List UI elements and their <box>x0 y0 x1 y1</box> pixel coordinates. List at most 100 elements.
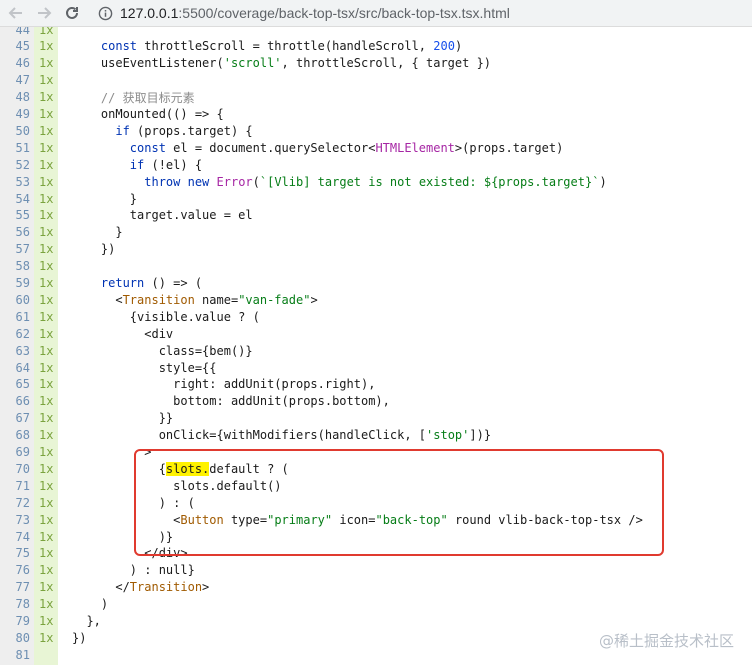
line-number[interactable]: 57 <box>0 242 34 256</box>
hit-count: 1x <box>39 90 54 105</box>
back-button[interactable] <box>4 1 28 25</box>
line-number[interactable]: 54 <box>0 192 34 206</box>
hit-count: 1x <box>39 495 54 510</box>
code-text: onClick={withModifiers(handleClick, ['st… <box>72 428 492 443</box>
line-number[interactable]: 50 <box>0 124 34 138</box>
line-number[interactable]: 51 <box>0 141 34 155</box>
line-number[interactable]: 70 <box>0 462 34 476</box>
line-number[interactable]: 59 <box>0 276 34 290</box>
code-line: 65 1x right: addUnit(props.right), <box>0 376 752 393</box>
line-number[interactable]: 58 <box>0 259 34 273</box>
site-info-button[interactable] <box>96 4 114 22</box>
line-number[interactable]: 67 <box>0 411 34 425</box>
code-text: return () => ( <box>100 276 203 290</box>
code-line: 77 1x </Transition> <box>0 579 752 596</box>
code-text: useEventListener('scroll', throttleScrol… <box>72 56 492 71</box>
forward-button[interactable] <box>32 1 56 25</box>
hit-count: 1x <box>39 157 54 172</box>
code-line: 58 1x <box>0 258 752 275</box>
line-number[interactable]: 52 <box>0 158 34 172</box>
code-text: }, <box>72 614 101 628</box>
url-text[interactable]: 127.0.0.1:5500/coverage/back-top-tsx/src… <box>120 5 510 21</box>
line-number[interactable]: 53 <box>0 175 34 189</box>
hit-count: 1x <box>39 225 54 240</box>
hit-count: 1x <box>39 208 54 223</box>
line-number[interactable]: 60 <box>0 293 34 307</box>
hit-count: 1x <box>39 360 54 375</box>
hit-count: 1x <box>39 563 54 578</box>
hit-count: 1x <box>39 259 54 274</box>
line-number[interactable]: 63 <box>0 344 34 358</box>
address-bar[interactable]: 127.0.0.1:5500/coverage/back-top-tsx/src… <box>90 2 746 24</box>
line-number[interactable]: 44 <box>0 27 34 37</box>
code-text: style={{ <box>72 360 217 375</box>
code-line: 76 1x ) : null} <box>0 562 752 579</box>
code-line: 62 1x <div <box>0 325 752 342</box>
code-text: target.value = el <box>72 208 253 223</box>
hit-count: 1x <box>39 343 54 358</box>
hit-count: 1x <box>39 580 54 595</box>
line-number[interactable]: 49 <box>0 107 34 121</box>
line-number[interactable]: 47 <box>0 73 34 87</box>
code-text: // 获取目标元素 <box>100 90 195 105</box>
line-number[interactable]: 75 <box>0 546 34 560</box>
code-line: 55 1x target.value = el <box>0 207 752 224</box>
url-path: :5500/coverage/back-top-tsx/src/back-top… <box>178 5 510 21</box>
hit-count: 1x <box>39 107 54 121</box>
code-text: if (props.target) { <box>115 123 253 138</box>
code-text: ) <box>72 597 109 612</box>
line-number[interactable]: 56 <box>0 225 34 239</box>
annotation-highlight-box <box>134 449 664 556</box>
code-line: 53 1x throw new Error(`[Vlib] target is n… <box>0 173 752 190</box>
line-number[interactable]: 46 <box>0 56 34 70</box>
hit-count: 1x <box>39 512 54 527</box>
line-number[interactable]: 71 <box>0 479 34 493</box>
coverage-code-view: 44 1x 45 1x const throttleScroll = throttle… <box>0 27 752 665</box>
code-text: if (!el) { <box>129 157 203 172</box>
code-text: onMounted(() => { <box>72 107 224 121</box>
line-number[interactable]: 62 <box>0 327 34 341</box>
hit-count: 1x <box>39 411 54 426</box>
line-number[interactable]: 81 <box>0 648 34 662</box>
hit-count: 1x <box>39 478 54 493</box>
reload-button[interactable] <box>60 1 84 25</box>
line-number[interactable]: 65 <box>0 377 34 391</box>
line-number[interactable]: 78 <box>0 597 34 611</box>
hit-count: 1x <box>39 394 54 409</box>
hit-count: 1x <box>39 27 54 37</box>
code-text: } <box>72 225 123 240</box>
hit-count: 1x <box>39 428 54 443</box>
line-number[interactable]: 45 <box>0 39 34 53</box>
line-number[interactable]: 64 <box>0 361 34 375</box>
line-number[interactable]: 79 <box>0 614 34 628</box>
line-number[interactable]: 48 <box>0 90 34 104</box>
code-line: 67 1x }} <box>0 410 752 427</box>
line-number[interactable]: 73 <box>0 513 34 527</box>
arrow-right-icon <box>38 7 52 19</box>
code-line: 56 1x } <box>0 224 752 241</box>
line-number[interactable]: 80 <box>0 631 34 645</box>
line-number[interactable]: 55 <box>0 208 34 222</box>
line-number[interactable]: 72 <box>0 496 34 510</box>
hit-count: 1x <box>39 377 54 392</box>
hit-count: 1x <box>39 39 54 54</box>
code-text: }) <box>72 630 87 645</box>
code-text: const throttleScroll = throttle(handleSc… <box>100 39 463 54</box>
code-line: 57 1x }) <box>0 241 752 258</box>
browser-toolbar: 127.0.0.1:5500/coverage/back-top-tsx/src… <box>0 0 752 27</box>
hit-count: 1x <box>39 445 54 459</box>
line-number[interactable]: 74 <box>0 530 34 544</box>
reload-icon <box>66 6 78 19</box>
line-number[interactable]: 68 <box>0 428 34 442</box>
line-number[interactable]: 77 <box>0 580 34 594</box>
code-text: class={bem()} <box>72 343 253 358</box>
code-line: 49 1x onMounted(() => { <box>0 106 752 123</box>
line-number[interactable]: 69 <box>0 445 34 459</box>
arrow-left-icon <box>8 7 22 19</box>
line-number[interactable]: 76 <box>0 563 34 577</box>
line-number[interactable]: 66 <box>0 394 34 408</box>
code-line: 50 1x if (props.target) { <box>0 122 752 139</box>
code-text: {visible.value ? ( <box>72 309 260 324</box>
code-text: ) : null} <box>72 563 195 578</box>
line-number[interactable]: 61 <box>0 310 34 324</box>
